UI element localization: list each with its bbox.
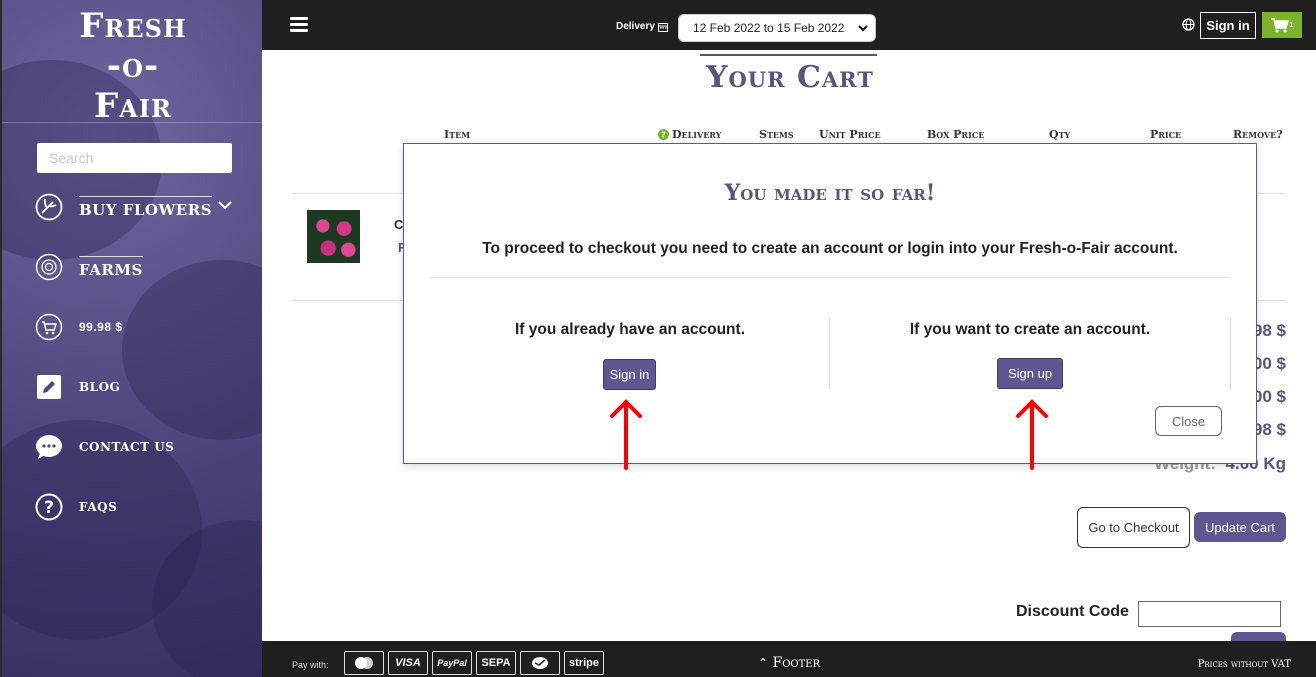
sidebar-item-label: BLOG xyxy=(79,380,121,394)
checkout-login-modal: You made it so far! To proceed to checko… xyxy=(403,143,1257,464)
calendar-icon xyxy=(657,22,668,32)
chevron-down-icon xyxy=(857,22,869,37)
svg-text:?: ? xyxy=(44,498,54,518)
summary-value: 00 $ xyxy=(1252,387,1286,406)
topbar: Delivery 12 Feb 2022 to 15 Feb 2022 Sign… xyxy=(262,0,1316,50)
sidebar-item-farms[interactable]: FARMS xyxy=(34,252,254,282)
discount-input[interactable] xyxy=(1138,601,1281,627)
cart-total: 99.98 $ xyxy=(79,320,123,334)
modal-divider xyxy=(430,277,1230,278)
sidebar: Fresh -o- Fair BUY FLOWERS FARMS 9 xyxy=(0,0,262,677)
summary-value: 00 $ xyxy=(1252,354,1286,373)
sidebar-item-label: BUY FLOWERS xyxy=(79,195,213,219)
logo-divider xyxy=(2,122,262,123)
sidebar-item-faqs[interactable]: ? FAQS xyxy=(34,492,254,522)
sidebar-item-label: FARMS xyxy=(79,255,143,279)
visa-icon: VISA xyxy=(388,651,428,675)
svg-text:?: ? xyxy=(661,131,666,140)
logo-line-3: Fair xyxy=(94,86,172,126)
signin-button[interactable]: Sign in xyxy=(1200,12,1256,39)
checkout-button[interactable]: Go to Checkout xyxy=(1077,507,1190,548)
product-thumbnail[interactable] xyxy=(307,210,360,263)
summary-value: 98 $ xyxy=(1252,420,1286,439)
delivery-label-text: Delivery xyxy=(616,21,655,32)
sidebar-item-buy-flowers[interactable]: BUY FLOWERS xyxy=(34,192,254,222)
modal-signin-button[interactable]: Sign in xyxy=(603,359,656,390)
paywith-label: Pay with: xyxy=(292,660,329,670)
summary-value: 98 $ xyxy=(1252,321,1286,340)
prices-vat-note: Prices without VAT xyxy=(1197,659,1291,670)
footer-bar: Pay with: VISA PayPal SEPA stripe ⌃ Foot… xyxy=(262,641,1316,677)
wechat-icon xyxy=(520,651,560,675)
page-title: Your Cart xyxy=(706,60,874,95)
column-header-box-price: Box Price xyxy=(927,128,985,141)
delivery-date-select[interactable]: 12 Feb 2022 to 15 Feb 2022 xyxy=(678,14,876,42)
search-input[interactable] xyxy=(37,143,232,173)
column-header-delivery: ? Delivery xyxy=(658,128,721,141)
column-header-remove: Remove? xyxy=(1233,128,1283,141)
column-header-stems: Stems xyxy=(759,128,794,141)
title-underline xyxy=(700,54,877,56)
rose-icon xyxy=(34,252,64,282)
column-header-item: Item xyxy=(444,128,471,141)
cart-icon xyxy=(34,312,64,342)
footer-toggle[interactable]: ⌃ Footer xyxy=(758,655,820,671)
discount-label: Discount Code xyxy=(1016,603,1129,620)
arrow-up-icon xyxy=(610,399,642,470)
help-circle-icon[interactable]: ? xyxy=(658,129,669,140)
update-cart-button[interactable]: Update Cart xyxy=(1194,512,1286,542)
sidebar-item-contact[interactable]: CONTACT US xyxy=(34,432,254,462)
chat-icon xyxy=(34,432,64,462)
chevron-down-icon[interactable] xyxy=(218,197,232,215)
pencil-icon xyxy=(34,372,64,402)
sidebar-item-label: CONTACT US xyxy=(79,440,175,454)
delivery-label: Delivery xyxy=(616,21,668,32)
hamburger-menu-icon[interactable] xyxy=(290,17,308,33)
arrow-up-icon xyxy=(1016,399,1048,470)
paypal-icon: PayPal xyxy=(432,651,472,675)
column-header-unit-price: Unit Price xyxy=(819,128,881,141)
column-header-qty: Qty xyxy=(1049,128,1071,141)
stripe-icon: stripe xyxy=(564,651,604,675)
modal-close-button[interactable]: Close xyxy=(1155,406,1222,436)
product-name-fragment[interactable]: C xyxy=(394,217,403,232)
double-chevron-up-icon: ⌃ xyxy=(758,656,769,670)
modal-title: You made it so far! xyxy=(724,180,936,206)
delivery-date-value: 12 Feb 2022 to 15 Feb 2022 xyxy=(693,21,845,35)
new-account-text: If you want to create an account. xyxy=(909,321,1151,338)
petal-shape xyxy=(122,260,262,440)
footer-toggle-label: Footer xyxy=(772,655,821,671)
existing-account-text: If you already have an account. xyxy=(515,321,745,338)
modal-message: To proceed to checkout you need to creat… xyxy=(482,240,1178,257)
flower-stem-icon xyxy=(34,192,64,222)
sidebar-item-blog[interactable]: BLOG xyxy=(34,372,254,402)
question-icon: ? xyxy=(34,492,64,522)
column-header-price: Price xyxy=(1150,128,1182,141)
cart-count-badge: 1 xyxy=(1289,21,1294,29)
modal-signup-button[interactable]: Sign up xyxy=(997,358,1063,389)
cart-icon xyxy=(1270,17,1289,32)
logo-line-2: -o- xyxy=(106,46,160,86)
modal-column-divider xyxy=(1230,318,1231,390)
sidebar-item-cart[interactable]: 99.98 $ xyxy=(34,312,254,342)
brand-logo[interactable]: Fresh -o- Fair xyxy=(2,6,262,126)
sepa-icon: SEPA xyxy=(476,651,516,675)
globe-icon[interactable] xyxy=(1182,18,1195,36)
mastercard-icon xyxy=(344,651,384,675)
logo-line-1: Fresh xyxy=(79,6,187,46)
sidebar-item-label: FAQS xyxy=(79,500,118,514)
cart-button[interactable]: 1 xyxy=(1262,12,1302,38)
column-header-label: Delivery xyxy=(672,128,722,141)
app-root: Fresh -o- Fair BUY FLOWERS FARMS 9 xyxy=(0,0,1316,677)
